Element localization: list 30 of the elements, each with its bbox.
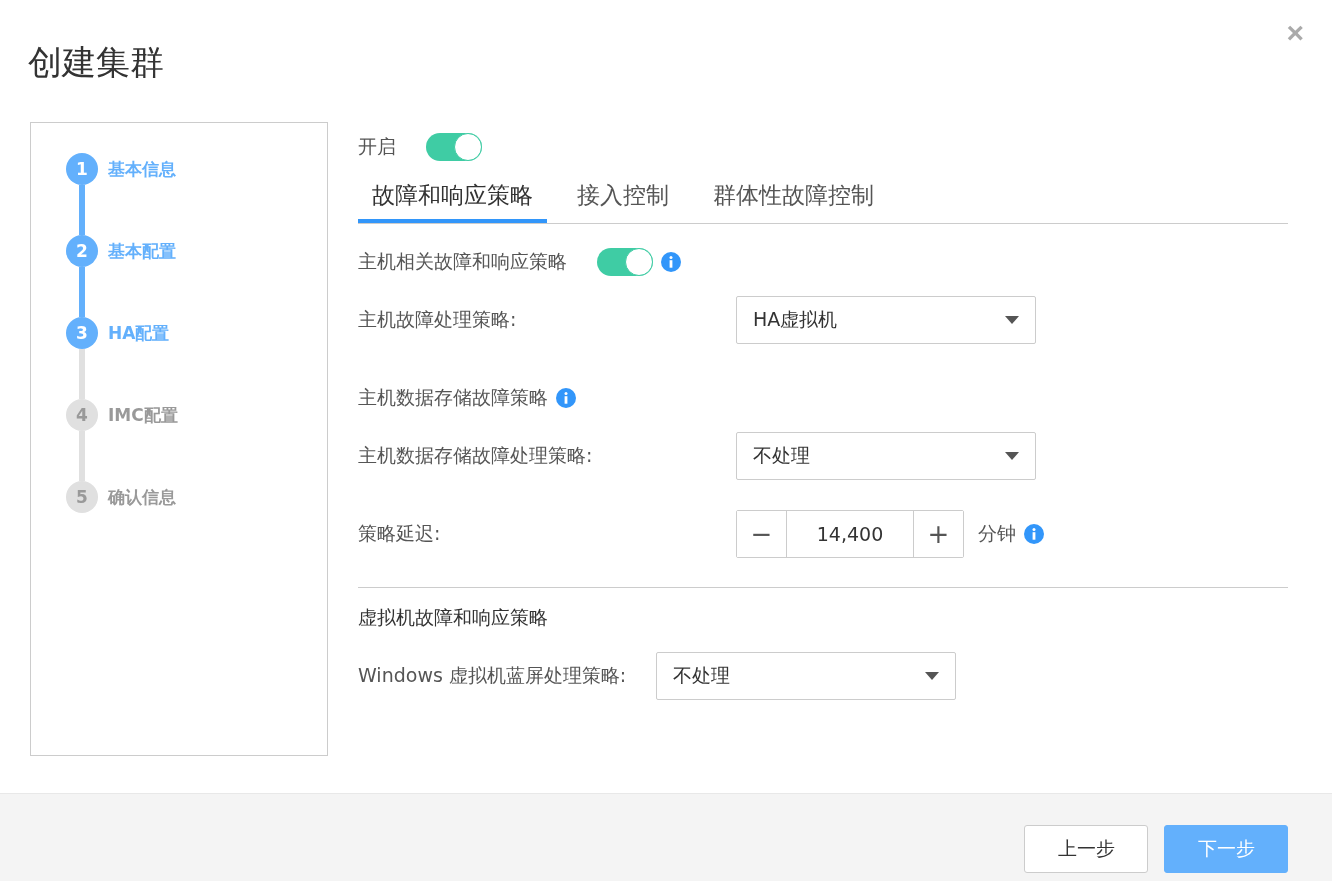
enable-label: 开启 bbox=[358, 134, 396, 159]
step-number: 3 bbox=[66, 317, 98, 349]
tab[interactable]: 群体性故障控制 bbox=[699, 174, 888, 223]
step-number: 5 bbox=[66, 481, 98, 513]
footer-button[interactable]: 上一步 bbox=[1024, 825, 1148, 873]
caret-icon bbox=[1005, 316, 1019, 324]
step-number: 4 bbox=[66, 399, 98, 431]
tab[interactable]: 接入控制 bbox=[563, 174, 683, 223]
dropdown[interactable]: 不处理 bbox=[736, 432, 1036, 480]
unit-label: 分钟 bbox=[978, 521, 1016, 546]
dialog-title: 创建集群 bbox=[28, 41, 164, 84]
field-label: 主机故障处理策略: bbox=[358, 307, 518, 332]
info-icon[interactable] bbox=[1024, 524, 1044, 544]
field-label: 主机数据存储故障处理策略: bbox=[358, 443, 594, 468]
section-label: 主机相关故障和响应策略 bbox=[358, 249, 567, 274]
step-number: 2 bbox=[66, 235, 98, 267]
info-icon[interactable] bbox=[661, 252, 681, 272]
dropdown[interactable]: 不处理 bbox=[656, 652, 957, 700]
section-label: 主机数据存储故障策略 bbox=[358, 385, 548, 410]
section-label: 虚拟机故障和响应策略 bbox=[358, 605, 548, 630]
info-icon[interactable] bbox=[556, 388, 576, 408]
enable-toggle[interactable] bbox=[426, 133, 482, 161]
step-number: 1 bbox=[66, 153, 98, 185]
field-label: 策略延迟: bbox=[358, 521, 442, 546]
caret-icon bbox=[1005, 452, 1019, 460]
policy-toggle[interactable] bbox=[597, 248, 653, 276]
tab[interactable]: 故障和响应策略 bbox=[358, 174, 547, 223]
caret-icon bbox=[925, 672, 940, 680]
field-label: Windows 虚拟机蓝屏处理策略: bbox=[358, 663, 627, 688]
dropdown[interactable]: HA虚拟机 bbox=[736, 296, 1036, 344]
